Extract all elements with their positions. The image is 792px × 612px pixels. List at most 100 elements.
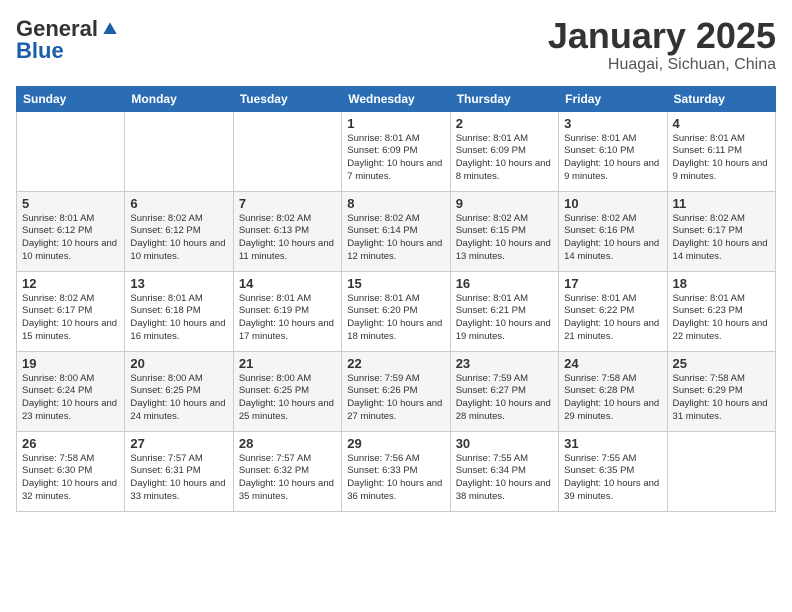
calendar-cell: 12Sunrise: 8:02 AM Sunset: 6:17 PM Dayli… bbox=[17, 271, 125, 351]
day-detail: Sunrise: 8:02 AM Sunset: 6:17 PM Dayligh… bbox=[673, 213, 770, 264]
day-detail: Sunrise: 7:58 AM Sunset: 6:29 PM Dayligh… bbox=[673, 373, 770, 424]
calendar-cell: 28 Sunrise: 7:57 AM Sunset: 6:32 PM Dayli… bbox=[233, 431, 341, 511]
day-number: 1 bbox=[347, 116, 444, 131]
day-detail: Sunrise: 7:59 AM Sunset: 6:26 PM Dayligh… bbox=[347, 373, 444, 424]
day-number: 28 bbox=[239, 436, 336, 451]
calendar-cell: 6Sunrise: 8:02 AM Sunset: 6:12 PM Daylig… bbox=[125, 191, 233, 271]
day-detail: Sunrise: 7:55 AM Sunset: 6:35 PM Dayligh… bbox=[564, 453, 661, 504]
day-detail: Sunrise: 8:01 AM Sunset: 6:19 PM Dayligh… bbox=[239, 293, 336, 344]
day-detail: Sunrise: 8:01 AM Sunset: 6:12 PM Dayligh… bbox=[22, 213, 119, 264]
day-detail: Sunrise: 8:02 AM Sunset: 6:15 PM Dayligh… bbox=[456, 213, 553, 264]
calendar-cell bbox=[233, 111, 341, 191]
calendar-week-row: 19 Sunrise: 8:00 AM Sunset: 6:24 PM Dayli… bbox=[17, 351, 776, 431]
calendar-week-row: 26 Sunrise: 7:58 AM Sunset: 6:30 PM Dayli… bbox=[17, 431, 776, 511]
day-number: 15 bbox=[347, 276, 444, 291]
day-number: 26 bbox=[22, 436, 119, 451]
calendar-cell: 5 Sunrise: 8:01 AM Sunset: 6:12 PM Daylig… bbox=[17, 191, 125, 271]
month-title: January 2025 bbox=[548, 16, 776, 56]
day-detail: Sunrise: 7:57 AM Sunset: 6:32 PM Dayligh… bbox=[239, 453, 336, 504]
weekday-header: Saturday bbox=[667, 86, 775, 111]
day-detail: Sunrise: 8:02 AM Sunset: 6:13 PM Dayligh… bbox=[239, 213, 336, 264]
day-number: 9 bbox=[456, 196, 553, 211]
weekday-header: Friday bbox=[559, 86, 667, 111]
day-detail: Sunrise: 8:00 AM Sunset: 6:24 PM Dayligh… bbox=[22, 373, 119, 424]
calendar-cell: 14 Sunrise: 8:01 AM Sunset: 6:19 PM Dayli… bbox=[233, 271, 341, 351]
day-number: 20 bbox=[130, 356, 227, 371]
day-detail: Sunrise: 8:01 AM Sunset: 6:10 PM Dayligh… bbox=[564, 133, 661, 184]
calendar-cell: 20Sunrise: 8:00 AM Sunset: 6:25 PM Dayli… bbox=[125, 351, 233, 431]
day-number: 30 bbox=[456, 436, 553, 451]
title-block: January 2025 Huagai, Sichuan, China bbox=[548, 16, 776, 74]
calendar-week-row: 5 Sunrise: 8:01 AM Sunset: 6:12 PM Daylig… bbox=[17, 191, 776, 271]
day-number: 5 bbox=[22, 196, 119, 211]
day-number: 8 bbox=[347, 196, 444, 211]
calendar-cell bbox=[667, 431, 775, 511]
calendar-cell: 18 Sunrise: 8:01 AM Sunset: 6:23 PM Dayli… bbox=[667, 271, 775, 351]
calendar-cell: 16 Sunrise: 8:01 AM Sunset: 6:21 PM Dayli… bbox=[450, 271, 558, 351]
day-number: 13 bbox=[130, 276, 227, 291]
calendar-cell: 29 Sunrise: 7:56 AM Sunset: 6:33 PM Dayli… bbox=[342, 431, 450, 511]
calendar-cell: 23 Sunrise: 7:59 AM Sunset: 6:27 PM Dayli… bbox=[450, 351, 558, 431]
calendar-cell: 4 Sunrise: 8:01 AM Sunset: 6:11 PM Daylig… bbox=[667, 111, 775, 191]
calendar-cell: 8 Sunrise: 8:02 AM Sunset: 6:14 PM Daylig… bbox=[342, 191, 450, 271]
day-number: 10 bbox=[564, 196, 661, 211]
day-number: 27 bbox=[130, 436, 227, 451]
day-number: 24 bbox=[564, 356, 661, 371]
day-number: 29 bbox=[347, 436, 444, 451]
calendar-cell: 10Sunrise: 8:02 AM Sunset: 6:16 PM Dayli… bbox=[559, 191, 667, 271]
weekday-header: Thursday bbox=[450, 86, 558, 111]
logo-blue-text: Blue bbox=[16, 38, 64, 64]
day-detail: Sunrise: 7:59 AM Sunset: 6:27 PM Dayligh… bbox=[456, 373, 553, 424]
weekday-header: Monday bbox=[125, 86, 233, 111]
day-number: 16 bbox=[456, 276, 553, 291]
day-number: 23 bbox=[456, 356, 553, 371]
day-number: 18 bbox=[673, 276, 770, 291]
day-number: 17 bbox=[564, 276, 661, 291]
day-detail: Sunrise: 7:56 AM Sunset: 6:33 PM Dayligh… bbox=[347, 453, 444, 504]
calendar-cell: 15 Sunrise: 8:01 AM Sunset: 6:20 PM Dayli… bbox=[342, 271, 450, 351]
day-detail: Sunrise: 8:01 AM Sunset: 6:23 PM Dayligh… bbox=[673, 293, 770, 344]
day-detail: Sunrise: 8:02 AM Sunset: 6:14 PM Dayligh… bbox=[347, 213, 444, 264]
day-detail: Sunrise: 8:02 AM Sunset: 6:12 PM Dayligh… bbox=[130, 213, 227, 264]
day-number: 4 bbox=[673, 116, 770, 131]
calendar-cell: 11 Sunrise: 8:02 AM Sunset: 6:17 PM Dayli… bbox=[667, 191, 775, 271]
day-detail: Sunrise: 8:01 AM Sunset: 6:09 PM Dayligh… bbox=[456, 133, 553, 184]
day-detail: Sunrise: 8:01 AM Sunset: 6:11 PM Dayligh… bbox=[673, 133, 770, 184]
calendar-cell: 3 Sunrise: 8:01 AM Sunset: 6:10 PM Daylig… bbox=[559, 111, 667, 191]
day-detail: Sunrise: 7:58 AM Sunset: 6:30 PM Dayligh… bbox=[22, 453, 119, 504]
calendar-cell: 22 Sunrise: 7:59 AM Sunset: 6:26 PM Dayli… bbox=[342, 351, 450, 431]
day-number: 21 bbox=[239, 356, 336, 371]
day-number: 19 bbox=[22, 356, 119, 371]
weekday-header: Tuesday bbox=[233, 86, 341, 111]
weekday-header: Sunday bbox=[17, 86, 125, 111]
day-number: 14 bbox=[239, 276, 336, 291]
calendar-cell: 25 Sunrise: 7:58 AM Sunset: 6:29 PM Dayli… bbox=[667, 351, 775, 431]
calendar-cell bbox=[17, 111, 125, 191]
calendar-cell: 9 Sunrise: 8:02 AM Sunset: 6:15 PM Daylig… bbox=[450, 191, 558, 271]
day-detail: Sunrise: 8:01 AM Sunset: 6:21 PM Dayligh… bbox=[456, 293, 553, 344]
day-detail: Sunrise: 7:57 AM Sunset: 6:31 PM Dayligh… bbox=[130, 453, 227, 504]
calendar-cell: 1 Sunrise: 8:01 AM Sunset: 6:09 PM Daylig… bbox=[342, 111, 450, 191]
logo-icon bbox=[100, 19, 120, 39]
calendar-cell: 27 Sunrise: 7:57 AM Sunset: 6:31 PM Dayli… bbox=[125, 431, 233, 511]
day-number: 22 bbox=[347, 356, 444, 371]
calendar-cell: 31 Sunrise: 7:55 AM Sunset: 6:35 PM Dayli… bbox=[559, 431, 667, 511]
day-number: 25 bbox=[673, 356, 770, 371]
calendar-cell: 30 Sunrise: 7:55 AM Sunset: 6:34 PM Dayli… bbox=[450, 431, 558, 511]
day-number: 31 bbox=[564, 436, 661, 451]
calendar-cell: 13 Sunrise: 8:01 AM Sunset: 6:18 PM Dayli… bbox=[125, 271, 233, 351]
calendar-week-row: 12Sunrise: 8:02 AM Sunset: 6:17 PM Dayli… bbox=[17, 271, 776, 351]
day-detail: Sunrise: 8:01 AM Sunset: 6:18 PM Dayligh… bbox=[130, 293, 227, 344]
day-detail: Sunrise: 8:01 AM Sunset: 6:09 PM Dayligh… bbox=[347, 133, 444, 184]
calendar-cell: 21 Sunrise: 8:00 AM Sunset: 6:25 PM Dayli… bbox=[233, 351, 341, 431]
day-detail: Sunrise: 8:00 AM Sunset: 6:25 PM Dayligh… bbox=[239, 373, 336, 424]
day-detail: Sunrise: 8:01 AM Sunset: 6:20 PM Dayligh… bbox=[347, 293, 444, 344]
day-number: 3 bbox=[564, 116, 661, 131]
day-number: 11 bbox=[673, 196, 770, 211]
calendar-table: SundayMondayTuesdayWednesdayThursdayFrid… bbox=[16, 86, 776, 512]
day-detail: Sunrise: 7:55 AM Sunset: 6:34 PM Dayligh… bbox=[456, 453, 553, 504]
day-detail: Sunrise: 7:58 AM Sunset: 6:28 PM Dayligh… bbox=[564, 373, 661, 424]
calendar-cell: 24 Sunrise: 7:58 AM Sunset: 6:28 PM Dayli… bbox=[559, 351, 667, 431]
calendar-cell: 17Sunrise: 8:01 AM Sunset: 6:22 PM Dayli… bbox=[559, 271, 667, 351]
page-header: General Blue January 2025 Huagai, Sichua… bbox=[16, 16, 776, 74]
